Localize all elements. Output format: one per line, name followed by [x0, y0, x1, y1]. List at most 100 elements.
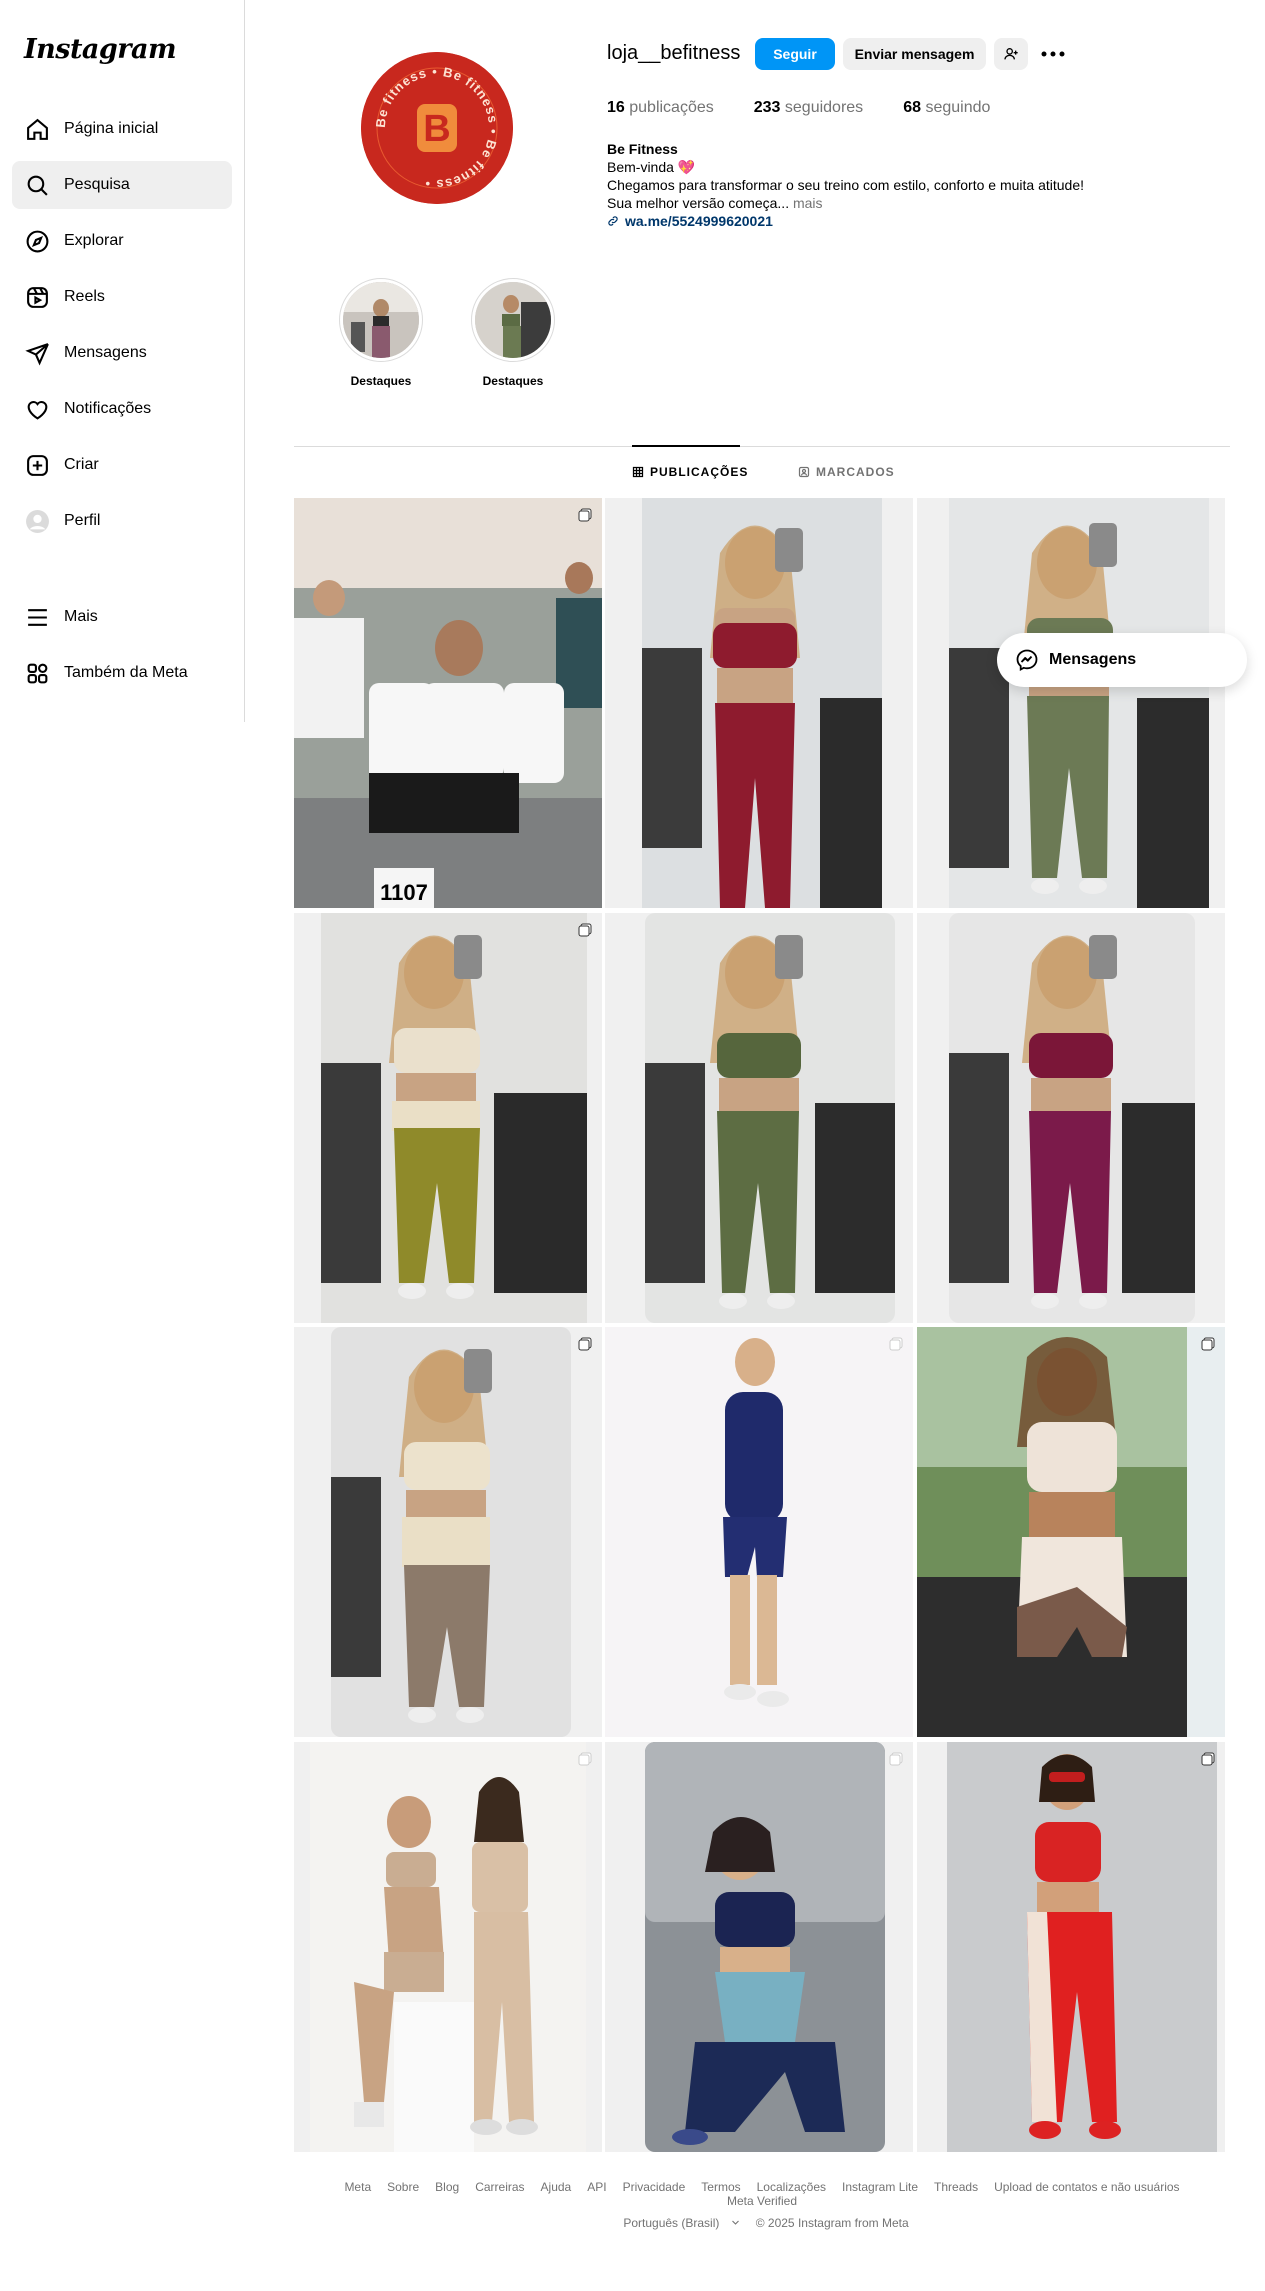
plus-square-icon: [24, 452, 50, 478]
compass-icon: [24, 228, 50, 254]
sidebar-item-label: Perfil: [64, 512, 101, 529]
footer-link[interactable]: Meta Verified: [727, 2194, 797, 2208]
send-icon: [24, 340, 50, 366]
footer-bottom: Português (Brasil) © 2025 Instagram from…: [294, 2216, 1230, 2230]
post-image: [294, 1742, 602, 2152]
suggest-follow-button[interactable]: [994, 38, 1028, 70]
carousel-icon: [578, 508, 592, 522]
post-image: [605, 498, 913, 908]
sidebar-item-label: Notificações: [64, 400, 152, 417]
sidebar-item-reels[interactable]: Reels: [12, 273, 232, 321]
bio-external-link[interactable]: wa.me/5524999620021: [607, 212, 1127, 230]
avatar-icon: [24, 508, 50, 534]
reels-icon: [24, 284, 50, 310]
followers-stat[interactable]: 233 seguidores: [754, 99, 863, 117]
post-thumbnail[interactable]: [917, 1327, 1225, 1737]
carousel-icon: [578, 923, 592, 937]
post-thumbnail[interactable]: [294, 1327, 602, 1737]
sidebar-item-label: Pesquisa: [64, 176, 130, 193]
chevron-down-icon: [731, 2220, 739, 2225]
post-image: [917, 1327, 1225, 1737]
home-icon: [24, 116, 50, 142]
svg-text:B: B: [423, 108, 450, 150]
post-thumbnail[interactable]: [917, 1742, 1225, 2152]
footer-link[interactable]: Localizações: [757, 2180, 826, 2194]
tab-label: PUBLICAÇÕES: [650, 465, 749, 479]
footer-link[interactable]: Upload de contatos e não usuários: [994, 2180, 1179, 2194]
sidebar-item-create[interactable]: Criar: [12, 441, 232, 489]
profile-username: loja__befitness: [607, 42, 741, 64]
sidebar-item-search[interactable]: Pesquisa: [12, 161, 232, 209]
post-thumbnail[interactable]: [917, 913, 1225, 1323]
following-stat[interactable]: 68 seguindo: [903, 99, 990, 117]
svg-text:1107: 1107: [380, 880, 428, 905]
ellipsis-icon: [1041, 51, 1065, 57]
footer-link[interactable]: Sobre: [387, 2180, 419, 2194]
highlight-label: Destaques: [350, 374, 412, 388]
highlight-item[interactable]: Destaques: [470, 278, 556, 388]
instagram-logo[interactable]: Instagram: [24, 34, 177, 65]
search-icon: [24, 172, 50, 198]
post-image: [605, 913, 913, 1323]
sidebar-item-label: Mais: [64, 608, 98, 625]
post-thumbnail[interactable]: 1107: [294, 498, 602, 908]
post-thumbnail[interactable]: [605, 1327, 913, 1737]
link-text: wa.me/5524999620021: [625, 213, 773, 229]
carousel-icon: [889, 1752, 903, 1766]
tab-tagged[interactable]: MARCADOS: [798, 465, 895, 479]
floating-messages-button[interactable]: Mensagens: [997, 633, 1247, 687]
post-thumbnail[interactable]: [605, 913, 913, 1323]
sidebar-item-more[interactable]: Mais: [12, 593, 232, 641]
footer-link[interactable]: Threads: [934, 2180, 978, 2194]
post-thumbnail[interactable]: [917, 498, 1225, 908]
post-image: [605, 1327, 913, 1737]
carousel-icon: [578, 1752, 592, 1766]
carousel-icon: [1201, 1337, 1215, 1351]
link-icon: [608, 216, 618, 226]
footer-link[interactable]: Carreiras: [475, 2180, 524, 2194]
sidebar-item-home[interactable]: Página inicial: [12, 105, 232, 153]
follow-button[interactable]: Seguir: [755, 38, 835, 70]
highlight-ring: [471, 278, 555, 362]
post-thumbnail[interactable]: [605, 498, 913, 908]
footer-link[interactable]: Blog: [435, 2180, 459, 2194]
post-image: [605, 1742, 913, 2152]
footer-link[interactable]: Termos: [701, 2180, 740, 2194]
tab-posts[interactable]: PUBLICAÇÕES: [632, 465, 748, 479]
carousel-icon: [889, 1337, 903, 1351]
sidebar-item-label: Explorar: [64, 232, 124, 249]
floating-messages-label: Mensagens: [1049, 651, 1137, 668]
tab-label: MARCADOS: [816, 465, 895, 479]
sidebar-item-notifications[interactable]: Notificações: [12, 385, 232, 433]
posts-stat: 16 publicações: [607, 99, 714, 116]
footer-link[interactable]: Instagram Lite: [842, 2180, 918, 2194]
messenger-icon: [1016, 649, 1038, 672]
bio-more-link[interactable]: mais: [793, 195, 823, 211]
post-thumbnail[interactable]: [294, 913, 602, 1323]
post-image: [294, 913, 602, 1323]
language-label: Português (Brasil): [623, 2216, 720, 2230]
more-options-button[interactable]: [1040, 42, 1066, 66]
sidebar-item-messages[interactable]: Mensagens: [12, 329, 232, 377]
profile-bio: Be Fitness Bem-vinda 💖 Chegamos para tra…: [607, 140, 1127, 230]
profile-avatar[interactable]: Be fitness • Be fitness • Be fitness • B: [361, 52, 513, 204]
tabs-divider: [294, 446, 1230, 447]
footer-link[interactable]: API: [587, 2180, 606, 2194]
highlight-cover: [475, 282, 551, 358]
sidebar-item-explore[interactable]: Explorar: [12, 217, 232, 265]
sidebar-item-also-from-meta[interactable]: Também da Meta: [12, 649, 232, 697]
highlight-item[interactable]: Destaques: [338, 278, 424, 388]
sidebar-item-label: Criar: [64, 456, 99, 473]
tagged-icon: [798, 466, 810, 478]
post-thumbnail[interactable]: [294, 1742, 602, 2152]
bio-line: Chegamos para transformar o seu treino c…: [607, 177, 1085, 193]
carousel-icon: [1201, 1752, 1215, 1766]
footer-link[interactable]: Ajuda: [541, 2180, 572, 2194]
footer-link[interactable]: Privacidade: [623, 2180, 686, 2194]
language-selector[interactable]: Português (Brasil): [615, 2216, 739, 2230]
add-person-icon: [1004, 48, 1018, 60]
post-thumbnail[interactable]: [605, 1742, 913, 2152]
footer-link[interactable]: Meta: [344, 2180, 371, 2194]
sidebar-item-profile[interactable]: Perfil: [12, 497, 232, 545]
send-message-button[interactable]: Enviar mensagem: [843, 38, 986, 70]
